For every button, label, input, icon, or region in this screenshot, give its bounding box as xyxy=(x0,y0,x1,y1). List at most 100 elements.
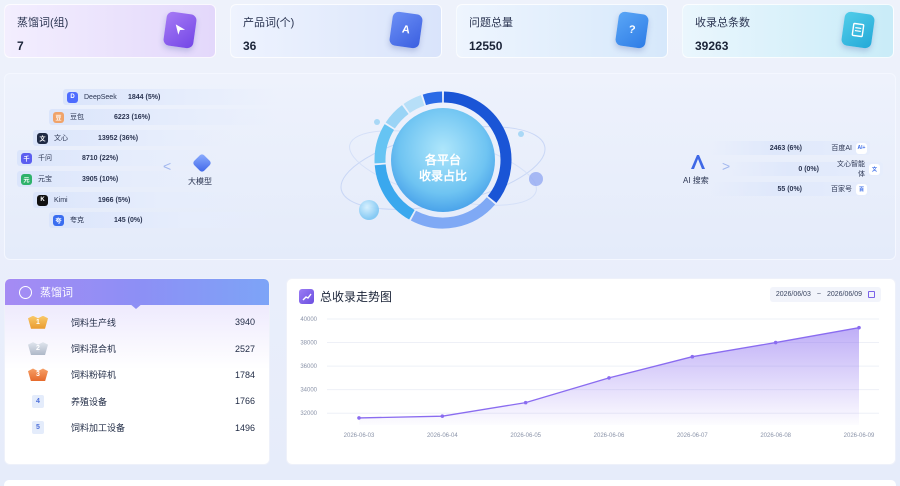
platform-name: 元宝 xyxy=(38,176,52,183)
donut-center-label: 各平台 收录占比 xyxy=(403,152,483,184)
x-tick-label: 2026-06-05 xyxy=(510,433,541,439)
baijiahao-icon: 百 xyxy=(856,183,867,195)
date-end: 2026/06/09 xyxy=(826,291,862,298)
data-point[interactable] xyxy=(357,416,361,420)
search-pill-wenxin-agent[interactable]: 0 (0%) 文心智能体 文 xyxy=(725,161,883,178)
platform-name: Kimi xyxy=(54,196,68,204)
cursor-icon xyxy=(162,11,198,49)
data-point[interactable] xyxy=(857,325,861,330)
rank-value: 1766 xyxy=(234,396,255,407)
rank-badge: 3 xyxy=(28,368,48,382)
list-item[interactable]: 3 饲料粉碎机 1784 xyxy=(5,362,269,388)
donut-center-line2: 收录占比 xyxy=(418,169,467,183)
rank-name: 饲料加工设备 xyxy=(71,423,126,434)
date-start: 2026/06/03 xyxy=(775,291,811,298)
medal-icon xyxy=(19,285,32,299)
platform-pill-wenxin[interactable]: 文 文心 13952 (36%) xyxy=(33,130,233,146)
rank-value: 1784 xyxy=(234,369,255,380)
stat-card-index-total[interactable]: 收录总条数 39263 xyxy=(682,4,894,58)
donut-segment-Kimi[interactable] xyxy=(422,91,443,106)
trend-up-icon xyxy=(299,289,314,304)
platform-value: 13952 (36%) xyxy=(98,134,139,142)
donut-segment-百度AI[interactable] xyxy=(385,105,409,129)
donut-segment-DeepSeek[interactable] xyxy=(403,95,425,114)
stat-card-distill-words[interactable]: 蒸馏词(组) 7 xyxy=(4,4,216,58)
y-tick-label: 34000 xyxy=(300,388,317,394)
qianwen-icon: 千 xyxy=(21,152,32,164)
distill-panel-title: 蒸馏词 xyxy=(40,287,73,299)
wenxin-agent-icon: 文 xyxy=(869,163,880,175)
x-tick-label: 2026-06-09 xyxy=(844,433,875,439)
search-value: 2463 (6%) xyxy=(769,144,802,152)
data-point[interactable] xyxy=(607,376,611,380)
kimi-icon: K xyxy=(37,194,48,206)
doubao-icon: 豆 xyxy=(53,111,64,123)
platform-pill-doubao[interactable]: 豆 豆包 6223 (16%) xyxy=(49,109,277,125)
list-item[interactable]: 1 饲料生产线 3940 xyxy=(5,309,269,335)
platform-pill-qianwen[interactable]: 千 千问 8710 (22%) xyxy=(17,150,217,166)
deepseek-icon: D xyxy=(67,91,78,103)
platform-pill-kimi[interactable]: K Kimi 1966 (5%) xyxy=(33,192,247,208)
ai-search-icon xyxy=(688,152,708,172)
search-pill-baijiahao[interactable]: 55 (0%) 百家号 百 xyxy=(710,182,870,196)
x-tick-label: 2026-06-08 xyxy=(760,433,791,439)
list-item[interactable]: 2 饲料混合机 2527 xyxy=(5,335,269,361)
rank-value: 2527 xyxy=(234,343,255,354)
rank-name: 饲料粉碎机 xyxy=(71,370,117,381)
question-icon: ? xyxy=(614,11,650,49)
rank-value: 1496 xyxy=(234,422,255,433)
ai-search-label: AI 搜索 xyxy=(683,176,709,185)
platform-name: 文心 xyxy=(54,135,68,142)
y-tick-label: 32000 xyxy=(300,411,317,417)
platform-share-panel: D DeepSeek 1844 (5%) 豆 豆包 6223 (16%) 文 文… xyxy=(4,73,896,260)
platform-name: 千问 xyxy=(38,155,52,162)
platform-pill-kuake[interactable]: 夸 夸克 145 (0%) xyxy=(49,212,277,228)
platform-value: 8710 (22%) xyxy=(82,154,119,162)
document-icon xyxy=(840,11,876,49)
distill-rank-list: 1 饲料生产线 3940 2 饲料混合机 2527 3 饲料粉碎机 1784 4… xyxy=(5,305,269,464)
data-point[interactable] xyxy=(773,340,778,345)
baidu-ai-icon: AI+ xyxy=(856,142,867,154)
platform-value: 1966 (5%) xyxy=(98,196,131,204)
rank-value: 3940 xyxy=(234,317,255,328)
x-tick-label: 2026-06-07 xyxy=(677,433,708,439)
y-tick-label: 38000 xyxy=(300,341,317,347)
data-point[interactable] xyxy=(523,400,528,405)
stat-card-question-total[interactable]: 问题总量 12550 ? xyxy=(456,4,668,58)
search-name: 文心智能体 xyxy=(837,161,865,178)
platform-name: 豆包 xyxy=(70,114,84,121)
kuake-icon: 夸 xyxy=(53,214,64,226)
wenxin-icon: 文 xyxy=(37,132,48,144)
data-point[interactable] xyxy=(440,414,445,418)
bottom-panel-edge xyxy=(4,480,896,486)
search-pill-baidu-ai[interactable]: 2463 (6%) 百度AI AI+ xyxy=(710,141,870,155)
rank-name: 饲料生产线 xyxy=(71,317,117,328)
search-name: 百家号 xyxy=(831,186,852,193)
calendar-icon xyxy=(868,291,875,298)
list-item[interactable]: 5 饲料加工设备 1496 xyxy=(5,415,269,441)
yuanbao-icon: 元 xyxy=(21,173,32,185)
platform-value: 145 (0%) xyxy=(114,216,143,224)
list-item[interactable]: 4 养殖设备 1766 xyxy=(5,388,269,414)
rank-badge: 1 xyxy=(28,315,48,329)
trend-title-text: 总收录走势图 xyxy=(320,290,393,304)
y-tick-label: 40000 xyxy=(300,317,317,323)
platform-name: DeepSeek xyxy=(84,93,117,101)
donut-segment-元宝[interactable] xyxy=(374,124,395,164)
search-value: 0 (0%) xyxy=(798,165,819,173)
platform-pill-yuanbao[interactable]: 元 元宝 3905 (10%) xyxy=(17,171,217,187)
date-range-picker[interactable]: 2026/06/03 ~ 2026/06/09 xyxy=(769,287,881,302)
header-notch xyxy=(129,303,143,309)
rank-name: 养殖设备 xyxy=(71,396,108,407)
platform-pill-deepseek[interactable]: D DeepSeek 1844 (5%) xyxy=(63,89,277,105)
data-point[interactable] xyxy=(690,354,695,359)
rank-name: 饲料混合机 xyxy=(71,344,117,355)
platform-value: 3905 (10%) xyxy=(82,175,119,183)
large-model-label: 大模型 xyxy=(188,177,212,186)
stat-card-product-words[interactable]: 产品词(个) 36 A xyxy=(230,4,442,58)
x-tick-label: 2026-06-04 xyxy=(427,433,458,439)
x-tick-label: 2026-06-06 xyxy=(594,433,625,439)
platform-value: 6223 (16%) xyxy=(114,113,151,121)
trend-title: 总收录走势图 xyxy=(299,288,392,305)
stat-cards: 蒸馏词(组) 7 产品词(个) 36 A 问题总量 12550 ? 收录总条数 … xyxy=(4,4,896,58)
